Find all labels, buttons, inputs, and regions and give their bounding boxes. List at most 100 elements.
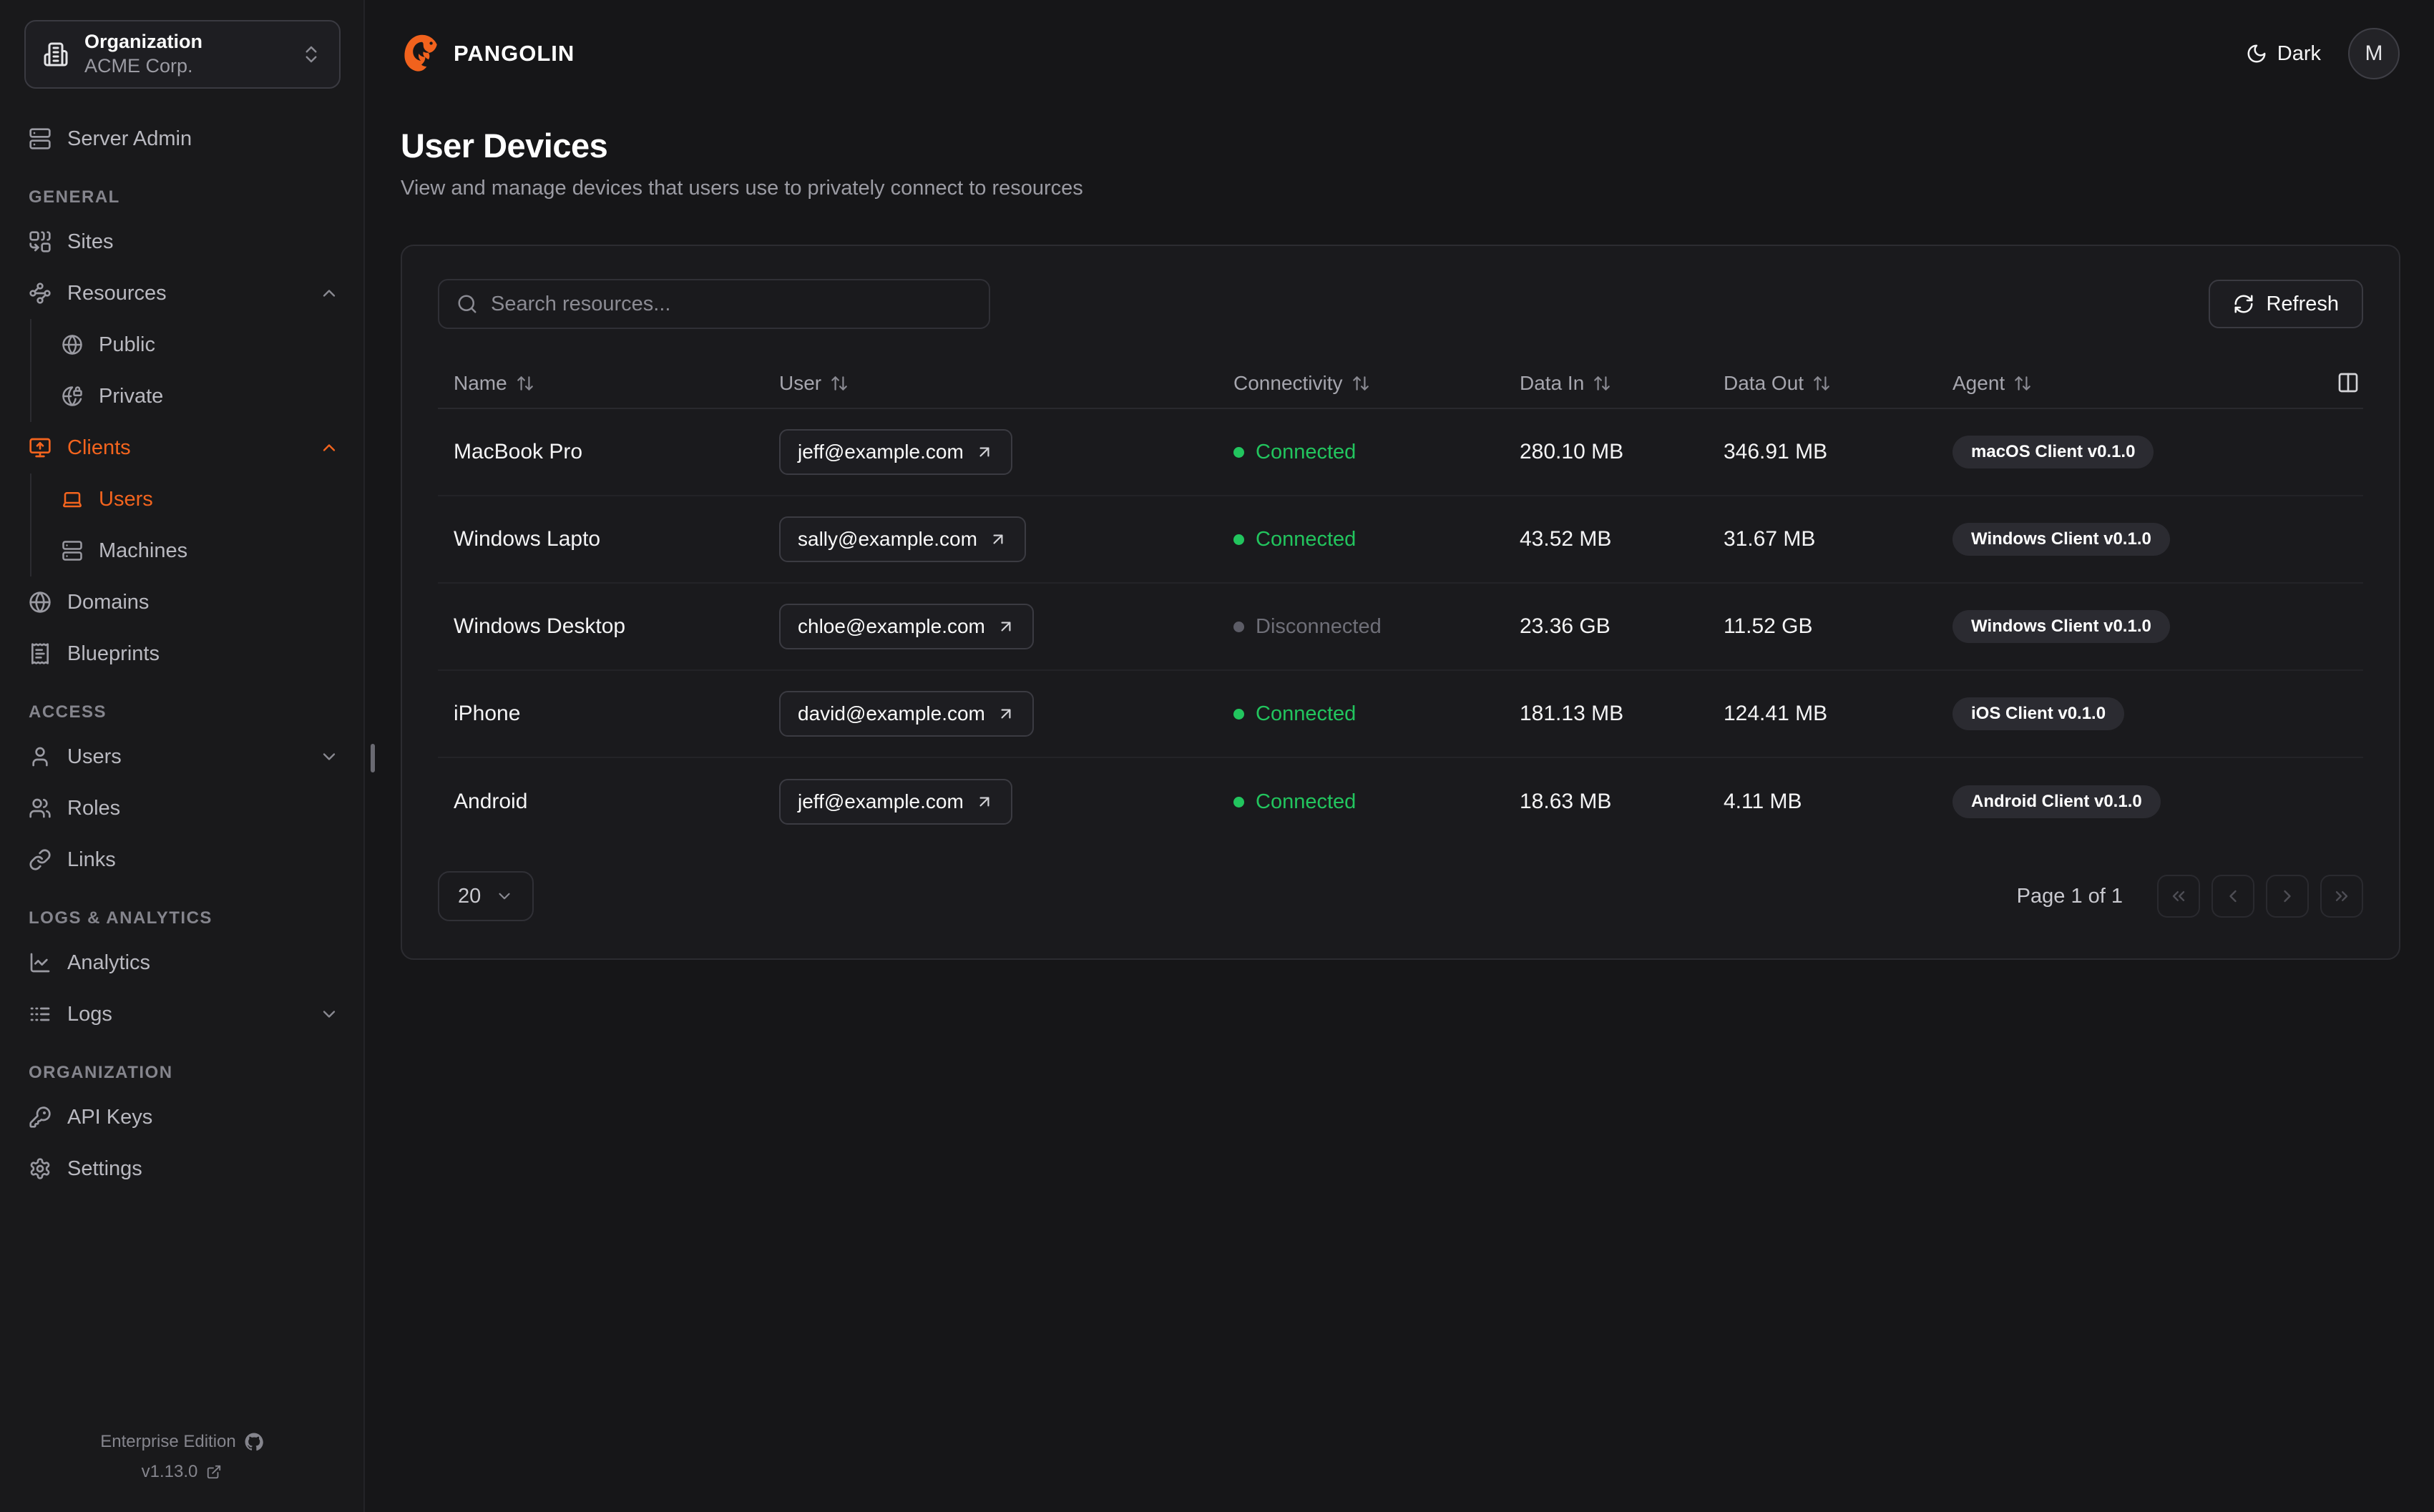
theme-label: Dark [2277, 41, 2321, 65]
device-name: Android [454, 790, 528, 813]
last-page-button[interactable] [2320, 875, 2363, 918]
sidebar-item-label: Machines [99, 539, 188, 562]
org-selector[interactable]: Organization ACME Corp. [24, 20, 341, 89]
sidebar-item-label: Roles [67, 796, 121, 820]
data-in-value: 280.10 MB [1520, 440, 1624, 463]
sidebar-item-server-admin[interactable]: Server Admin [0, 113, 363, 165]
devices-table: Name User Connectivity Data In Data Out … [438, 359, 2363, 845]
previous-page-button[interactable] [2211, 875, 2254, 918]
devices-card: Refresh Name User Connectivity [401, 245, 2400, 960]
user-cell: sally@example.com [763, 516, 1218, 562]
user-link-button[interactable]: chloe@example.com [779, 604, 1034, 649]
topbar: PANGOLIN Dark M [365, 0, 2434, 107]
version-link[interactable]: v1.13.0 [142, 1462, 223, 1482]
sidebar-section-general: GENERAL [29, 187, 120, 207]
waypoints-icon [29, 282, 52, 305]
user-link-button[interactable]: david@example.com [779, 691, 1034, 737]
agent-cell: Windows Client v0.1.0 [1937, 610, 2320, 643]
toggle-columns-button[interactable] [2336, 371, 2360, 396]
user-cell: jeff@example.com [763, 429, 1218, 475]
sidebar-item-links[interactable]: Links [0, 834, 363, 885]
sidebar-item-users[interactable]: Users [0, 731, 363, 782]
column-header-agent[interactable]: Agent [1937, 372, 2320, 395]
globe-lock-icon [62, 386, 83, 407]
refresh-button[interactable]: Refresh [2209, 280, 2363, 328]
chevron-down-icon [319, 747, 339, 767]
sidebar-item-roles[interactable]: Roles [0, 782, 363, 834]
sidebar-item-blueprints[interactable]: Blueprints [0, 628, 363, 679]
agent-cell: iOS Client v0.1.0 [1937, 697, 2320, 730]
org-selector-label: Organization [84, 31, 203, 53]
chevrons-left-icon [2169, 886, 2189, 906]
connectivity-cell: Connected [1218, 702, 1504, 726]
column-header-user[interactable]: User [763, 372, 1218, 395]
table-row: Windows Lapto sally@example.com Connecte… [438, 496, 2363, 584]
brand-logo[interactable]: PANGOLIN [401, 33, 575, 74]
theme-toggle[interactable]: Dark [2246, 42, 2321, 66]
connectivity-cell: Disconnected [1218, 615, 1504, 639]
chevron-right-icon [2277, 886, 2297, 906]
sidebar-item-resources[interactable]: Resources [0, 267, 363, 319]
key-icon [29, 1106, 52, 1129]
chevron-down-icon [495, 887, 514, 905]
column-header-connectivity[interactable]: Connectivity [1218, 372, 1504, 395]
sidebar-section-logs-analytics: LOGS & ANALYTICS [29, 908, 212, 928]
arrow-up-right-icon [997, 705, 1015, 723]
search-box [438, 279, 990, 329]
sidebar-item-sites[interactable]: Sites [0, 216, 363, 267]
agent-badge: Android Client v0.1.0 [1952, 785, 2161, 818]
sidebar-item-domains[interactable]: Domains [0, 576, 363, 628]
building-icon [43, 41, 69, 67]
agent-badge: iOS Client v0.1.0 [1952, 697, 2125, 730]
page-size-select[interactable]: 20 [438, 871, 534, 921]
table-toolbar: Refresh [438, 279, 2363, 329]
page-subtitle: View and manage devices that users use t… [401, 177, 1083, 200]
sidebar-resize-handle[interactable] [371, 744, 375, 772]
data-in-value: 43.52 MB [1520, 527, 1612, 551]
data-in-value: 18.63 MB [1520, 790, 1612, 813]
user-link-button[interactable]: jeff@example.com [779, 429, 1012, 475]
user-link-button[interactable]: jeff@example.com [779, 779, 1012, 825]
sidebar-item-label: Server Admin [67, 127, 192, 150]
avatar[interactable]: M [2348, 28, 2400, 79]
sort-icon [830, 374, 849, 393]
search-input[interactable] [491, 292, 972, 316]
edition-link[interactable]: Enterprise Edition [100, 1432, 263, 1452]
connectivity-label: Connected [1256, 702, 1357, 725]
sidebar-item-api-keys[interactable]: API Keys [0, 1091, 363, 1143]
device-name: MacBook Pro [454, 440, 583, 463]
sort-icon [1593, 374, 1611, 393]
column-label: Data In [1520, 372, 1585, 394]
sidebar-item-public[interactable]: Public [31, 319, 363, 370]
edition-label: Enterprise Edition [100, 1432, 236, 1451]
pagination-bar: 20 Page 1 of 1 [438, 871, 2363, 921]
sidebar-item-label: Analytics [67, 951, 151, 974]
pagination-buttons [2157, 875, 2363, 918]
sidebar-item-machines[interactable]: Machines [31, 525, 363, 576]
sidebar-item-private[interactable]: Private [31, 370, 363, 422]
column-label: Name [454, 372, 507, 394]
org-selector-value: ACME Corp. [84, 55, 193, 77]
chevrons-right-icon [2332, 886, 2352, 906]
user-cell: chloe@example.com [763, 604, 1218, 649]
column-header-data-out[interactable]: Data Out [1708, 372, 1937, 395]
table-header-row: Name User Connectivity Data In Data Out … [438, 359, 2363, 409]
sidebar-item-settings[interactable]: Settings [0, 1143, 363, 1194]
users-icon [29, 797, 52, 820]
next-page-button[interactable] [2266, 875, 2309, 918]
first-page-button[interactable] [2157, 875, 2200, 918]
user-email: jeff@example.com [798, 441, 964, 463]
sidebar-item-analytics[interactable]: Analytics [0, 937, 363, 988]
sidebar-item-clients[interactable]: Clients [0, 422, 363, 473]
column-header-name[interactable]: Name [438, 372, 763, 395]
page-info: Page 1 of 1 [2016, 884, 2123, 908]
sidebar-item-logs[interactable]: Logs [0, 988, 363, 1040]
user-link-button[interactable]: sally@example.com [779, 516, 1026, 562]
user-cell: jeff@example.com [763, 779, 1218, 825]
sidebar-item-client-users[interactable]: Users [31, 473, 363, 525]
column-header-data-in[interactable]: Data In [1504, 372, 1708, 395]
github-icon [245, 1433, 263, 1451]
connectivity-label: Connected [1256, 790, 1357, 813]
connectivity-status: Connected [1233, 702, 1356, 726]
agent-cell: Android Client v0.1.0 [1937, 785, 2320, 818]
